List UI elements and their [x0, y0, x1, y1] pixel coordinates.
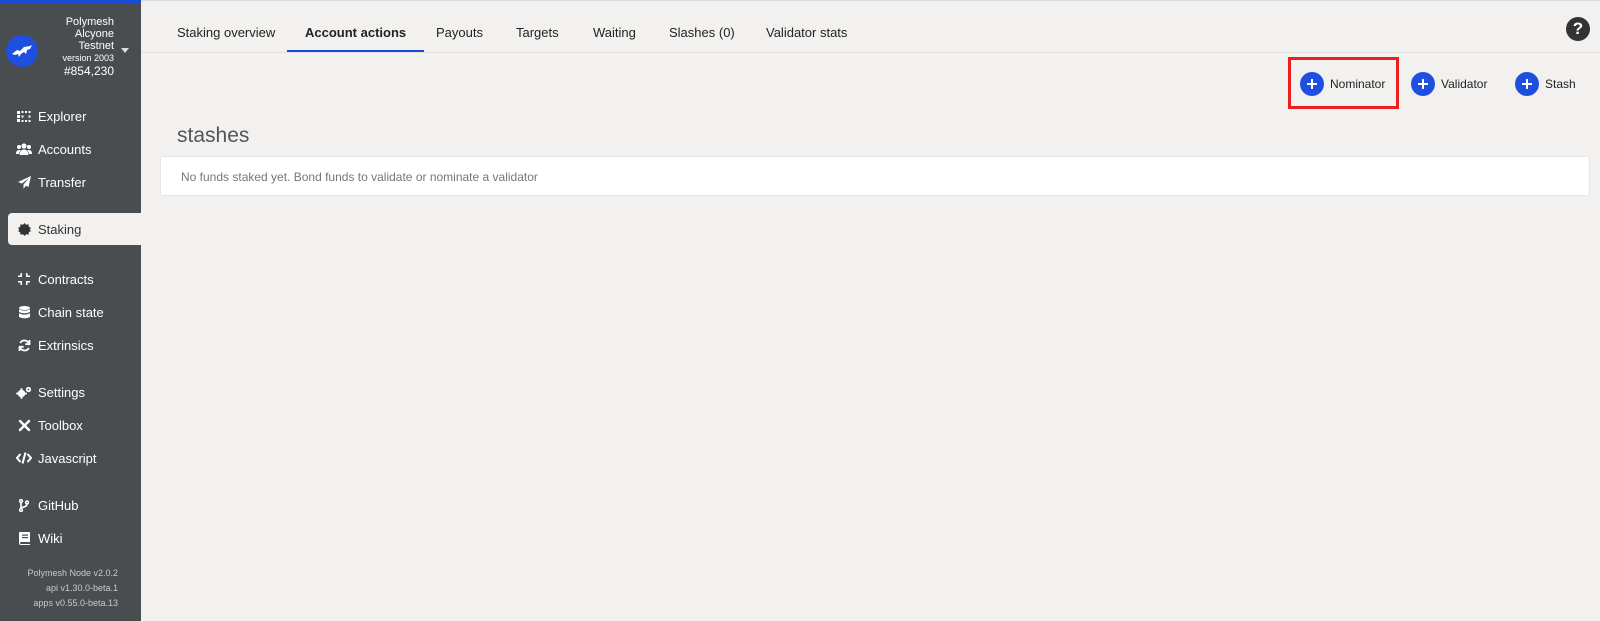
sync-icon: [16, 338, 32, 352]
tab-account-actions[interactable]: Account actions: [287, 16, 425, 52]
book-icon: [16, 531, 32, 545]
sidebar-item-label: Contracts: [38, 271, 94, 287]
tab-targets[interactable]: Targets: [516, 16, 559, 50]
node-version: Polymesh Node v2.0.2: [27, 568, 118, 578]
code-icon: [16, 451, 32, 465]
certificate-icon: [16, 222, 32, 236]
best-block: #854,230: [63, 64, 114, 78]
users-icon: [16, 142, 32, 156]
tab-payouts[interactable]: Payouts: [436, 16, 483, 50]
polymesh-logo-icon: [6, 35, 38, 67]
add-nominator-button[interactable]: Nominator: [1300, 69, 1385, 99]
sidebar-item-wiki[interactable]: Wiki: [0, 522, 141, 554]
plus-icon: [1300, 72, 1324, 96]
question-circle-icon[interactable]: ?: [1566, 17, 1590, 41]
compress-icon: [16, 272, 32, 286]
tab-staking-overview[interactable]: Staking overview: [177, 16, 275, 50]
nominator-label: Nominator: [1330, 77, 1386, 91]
sidebar-item-label: Javascript: [38, 450, 97, 466]
chain-selector[interactable]: Polymesh Alcyone Testnet version 2003 #8…: [0, 3, 141, 95]
validator-label: Validator: [1441, 77, 1488, 91]
chain-version: version 2003: [62, 53, 114, 63]
cogs-icon: [16, 385, 32, 399]
version-info: Polymesh Node v2.0.2 api v1.30.0-beta.1 …: [27, 566, 118, 611]
sidebar-item-contracts[interactable]: Contracts: [0, 263, 141, 295]
plus-icon: [1515, 72, 1539, 96]
stash-label: Stash: [1545, 77, 1576, 91]
sidebar: Polymesh Alcyone Testnet version 2003 #8…: [0, 0, 141, 621]
stashes-empty-card: No funds staked yet. Bond funds to valid…: [160, 156, 1590, 196]
add-stash-button[interactable]: Stash: [1515, 69, 1576, 99]
sidebar-item-label: Staking: [38, 221, 82, 237]
explorer-grid-icon: [16, 109, 32, 123]
chain-name-line1: Polymesh: [65, 16, 114, 28]
tab-slashes[interactable]: Slashes (0): [669, 16, 735, 50]
tab-validator-stats[interactable]: Validator stats: [766, 16, 847, 50]
sidebar-item-label: Accounts: [38, 141, 92, 157]
sidebar-item-chain-state[interactable]: Chain state: [0, 296, 141, 328]
sidebar-item-explorer[interactable]: Explorer: [0, 100, 141, 132]
empty-message: No funds staked yet. Bond funds to valid…: [181, 170, 538, 184]
code-branch-icon: [16, 498, 32, 512]
tab-bar: Staking overview Account actions Payouts…: [141, 0, 1600, 53]
chain-name-line2: Alcyone: [74, 28, 114, 40]
sidebar-item-label: Settings: [38, 384, 85, 400]
sidebar-item-label: Chain state: [38, 304, 104, 320]
paper-plane-icon: [16, 175, 32, 189]
sidebar-item-label: Transfer: [38, 174, 86, 190]
section-title: stashes: [177, 124, 250, 147]
chain-name-line3: Testnet: [78, 40, 114, 52]
api-version: api v1.30.0-beta.1: [45, 583, 118, 593]
add-validator-button[interactable]: Validator: [1411, 69, 1487, 99]
sidebar-item-accounts[interactable]: Accounts: [0, 133, 141, 165]
tools-icon: [16, 418, 32, 432]
sidebar-item-extrinsics[interactable]: Extrinsics: [0, 329, 141, 361]
chain-info-text: Polymesh Alcyone Testnet version 2003 #8…: [62, 16, 114, 77]
sidebar-item-github[interactable]: GitHub: [0, 489, 141, 521]
sidebar-item-staking[interactable]: Staking: [8, 213, 141, 245]
sidebar-item-label: Toolbox: [38, 417, 83, 433]
database-icon: [16, 305, 32, 319]
sidebar-item-settings[interactable]: Settings: [0, 376, 141, 408]
sidebar-item-transfer[interactable]: Transfer: [0, 166, 141, 198]
tab-waiting[interactable]: Waiting: [593, 16, 636, 50]
sidebar-item-javascript[interactable]: Javascript: [0, 442, 141, 474]
plus-icon: [1411, 72, 1435, 96]
apps-version: apps v0.55.0-beta.13: [33, 598, 118, 608]
sidebar-item-label: Wiki: [38, 530, 63, 546]
sidebar-item-label: GitHub: [38, 497, 79, 513]
chevron-down-icon[interactable]: [121, 48, 129, 53]
sidebar-item-toolbox[interactable]: Toolbox: [0, 409, 141, 441]
sidebar-item-label: Explorer: [38, 108, 87, 124]
sidebar-item-label: Extrinsics: [38, 337, 94, 353]
